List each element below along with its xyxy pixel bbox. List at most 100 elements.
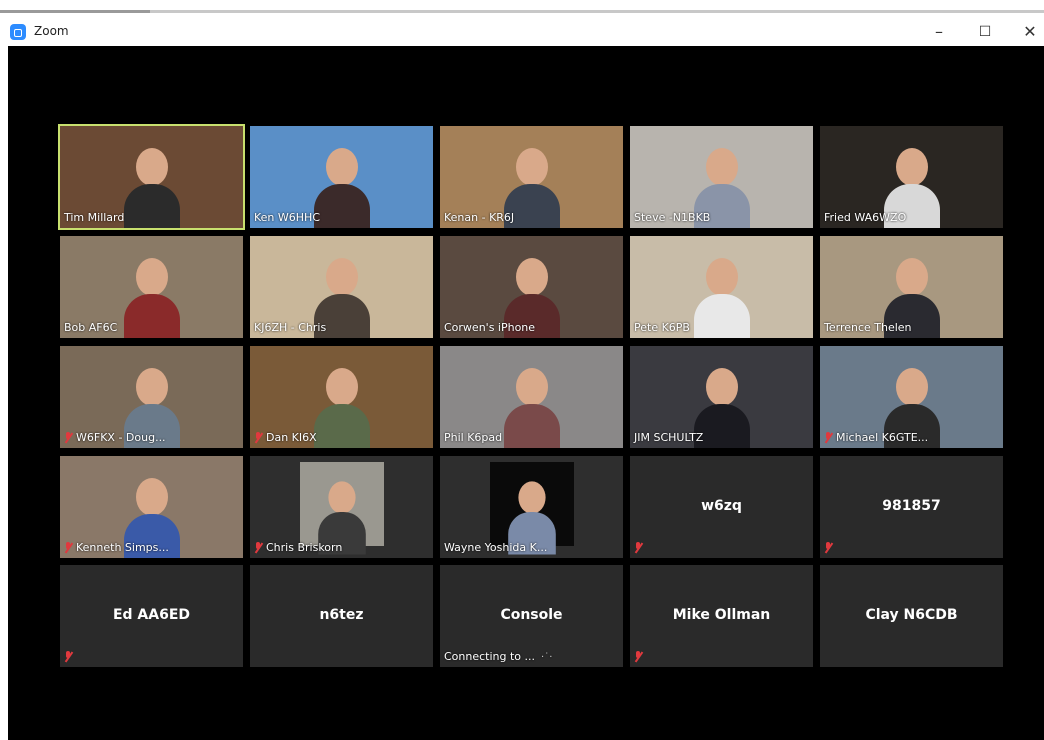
top-divider xyxy=(0,10,1044,13)
participant-tile[interactable]: Mike Ollman xyxy=(630,565,813,667)
person-silhouette xyxy=(317,475,366,555)
person-head xyxy=(705,368,738,406)
participant-name: Tim Millard xyxy=(64,211,125,224)
loading-spinner-icon: ·˙· xyxy=(541,652,553,663)
person-silhouette xyxy=(693,250,750,338)
participant-name: KJ6ZH - Chris xyxy=(254,321,327,334)
participant-tile[interactable]: Steve -N1BKB xyxy=(630,126,813,228)
participant-name: Chris Briskorn xyxy=(266,541,343,554)
participant-tile[interactable]: Corwen's iPhone xyxy=(440,236,623,338)
muted-mic-icon xyxy=(253,542,264,554)
participant-tile[interactable]: Ken W6HHC xyxy=(250,126,433,228)
participant-name: Terrence Thelen xyxy=(824,321,912,334)
person-silhouette xyxy=(123,140,180,228)
person-head xyxy=(517,481,546,514)
muted-mic-icon xyxy=(633,651,644,663)
gallery-view: Tim Millard Ken W6HHC Kenan - KR6J Steve -N… xyxy=(8,46,1044,740)
person-head xyxy=(895,148,928,186)
participant-tile[interactable]: Kenan - KR6J xyxy=(440,126,623,228)
participant-tile[interactable]: Tim Millard xyxy=(58,124,245,230)
person-head xyxy=(705,258,738,296)
participant-tile[interactable]: Phil K6pad xyxy=(440,346,623,448)
muted-mic-icon xyxy=(63,432,74,444)
person-head xyxy=(135,478,168,516)
person-body xyxy=(313,184,370,228)
person-head xyxy=(135,258,168,296)
person-head xyxy=(515,368,548,406)
person-body xyxy=(503,404,560,448)
person-body xyxy=(123,294,180,338)
person-head xyxy=(325,148,358,186)
participant-tile[interactable]: Chris Briskorn xyxy=(250,456,433,558)
title-bar xyxy=(0,20,1044,46)
connection-status: Connecting to ... ·˙· xyxy=(444,650,552,663)
participant-video xyxy=(299,462,384,555)
minimize-button[interactable]: – xyxy=(924,21,954,43)
participant-name: Phil K6pad xyxy=(444,431,503,444)
participant-name: Kenan - KR6J xyxy=(444,211,515,224)
participant-tile[interactable]: Ed AA6ED xyxy=(60,565,243,667)
participant-name: JIM SCHULTZ xyxy=(634,431,704,444)
person-head xyxy=(895,258,928,296)
participant-name: Kenneth Simps... xyxy=(76,541,169,554)
muted-mic-icon xyxy=(63,542,74,554)
participant-tile[interactable]: Michael K6GTE... xyxy=(820,346,1003,448)
participant-tile[interactable]: Fried WA6WZO xyxy=(820,126,1003,228)
participant-name: Wayne Yoshida K... xyxy=(444,541,548,554)
participant-tile[interactable]: Pete K6PB xyxy=(630,236,813,338)
person-head xyxy=(135,148,168,186)
person-silhouette xyxy=(507,475,556,555)
participant-display-name: n6tez xyxy=(319,607,364,623)
person-body xyxy=(313,404,370,448)
person-silhouette xyxy=(123,250,180,338)
participant-name: Corwen's iPhone xyxy=(444,321,536,334)
person-head xyxy=(325,368,358,406)
participant-tile[interactable]: Kenneth Simps... xyxy=(60,456,243,558)
person-silhouette xyxy=(313,360,370,448)
participant-tile[interactable]: Console Connecting to ... ·˙· xyxy=(440,565,623,667)
participant-display-name: Console xyxy=(500,607,563,623)
participant-tile[interactable]: Dan KI6X xyxy=(250,346,433,448)
person-body xyxy=(693,294,750,338)
participant-video xyxy=(489,462,574,555)
connection-status-text: Connecting to ... xyxy=(444,650,536,663)
participant-tile[interactable]: 981857 xyxy=(820,456,1003,558)
close-button[interactable]: ✕ xyxy=(1016,21,1044,43)
participant-name: W6FKX - Doug... xyxy=(76,431,166,444)
participant-tile[interactable]: Terrence Thelen xyxy=(820,236,1003,338)
participant-tile[interactable]: KJ6ZH - Chris xyxy=(250,236,433,338)
participant-tile[interactable]: n6tez xyxy=(250,565,433,667)
participant-name: Bob AF6C xyxy=(64,321,118,334)
muted-mic-icon xyxy=(253,432,264,444)
participant-display-name: 981857 xyxy=(882,498,941,514)
window-title: Zoom xyxy=(34,24,69,38)
top-strip xyxy=(0,0,1044,20)
participant-tile[interactable]: Wayne Yoshida K... xyxy=(440,456,623,558)
participant-display-name: Clay N6CDB xyxy=(865,607,958,623)
person-silhouette xyxy=(503,360,560,448)
participant-tile[interactable]: Bob AF6C xyxy=(60,236,243,338)
participant-tile[interactable]: JIM SCHULTZ xyxy=(630,346,813,448)
participant-name: Pete K6PB xyxy=(634,321,690,334)
person-head xyxy=(705,148,738,186)
muted-mic-icon xyxy=(633,542,644,554)
person-head xyxy=(325,258,358,296)
muted-mic-icon xyxy=(823,432,834,444)
person-head xyxy=(515,258,548,296)
person-body xyxy=(123,184,180,228)
participant-tile[interactable]: Clay N6CDB xyxy=(820,565,1003,667)
participant-name: Michael K6GTE... xyxy=(836,431,929,444)
person-head xyxy=(515,148,548,186)
participant-tile[interactable]: W6FKX - Doug... xyxy=(60,346,243,448)
participant-name: Ken W6HHC xyxy=(254,211,320,224)
participant-name: Dan KI6X xyxy=(266,431,317,444)
participant-tile[interactable]: w6zq xyxy=(630,456,813,558)
muted-mic-icon xyxy=(823,542,834,554)
person-head xyxy=(895,368,928,406)
zoom-app-icon xyxy=(10,24,26,40)
person-silhouette xyxy=(313,140,370,228)
muted-mic-icon xyxy=(63,651,74,663)
person-head xyxy=(135,368,168,406)
maximize-button[interactable]: ☐ xyxy=(970,21,1000,43)
participant-display-name: w6zq xyxy=(701,498,742,514)
